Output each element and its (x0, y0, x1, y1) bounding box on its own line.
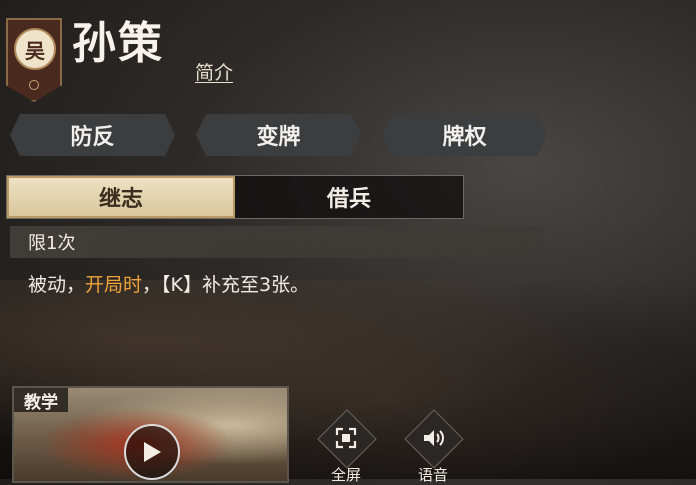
fullscreen-icon (335, 427, 357, 449)
faction-emblem: 吴 (6, 18, 62, 102)
intro-link[interactable]: 简介 (195, 58, 233, 85)
skill-tag-card-power[interactable]: 牌权 (382, 114, 547, 156)
hero-name: 孙策 (72, 18, 164, 69)
voice-button[interactable]: 语音 (398, 409, 468, 484)
skill-desc-part1: 被动， (28, 274, 86, 296)
fullscreen-button[interactable]: 全屏 (311, 409, 381, 484)
voice-label: 语音 (417, 466, 448, 484)
skill-limit-text: 限1次 (28, 233, 76, 254)
faction-badge: 吴 (14, 28, 56, 70)
skill-tag-defense-counter[interactable]: 防反 (10, 114, 175, 156)
skill-desc-highlight: 开局时 (85, 274, 143, 296)
skill-description: 被动，开局时，【K】补充至3张。 (28, 270, 309, 297)
video-label: 教学 (14, 388, 68, 413)
play-button[interactable] (124, 424, 180, 480)
emblem-ornament-icon (29, 80, 39, 90)
speaker-icon (424, 430, 444, 446)
skill-tag-card-change[interactable]: 变牌 (196, 114, 361, 156)
tab-jizhi[interactable]: 继志 (7, 176, 235, 218)
tab-jiebing[interactable]: 借兵 (235, 176, 463, 218)
skill-desc-part2: ，【K】补充至3张。 (142, 274, 310, 296)
skill-limit-bar: 限1次 (10, 226, 542, 258)
hero-header: 吴 孙策 简介 (0, 0, 696, 110)
tutorial-video[interactable]: 教学 (12, 386, 289, 483)
fullscreen-label: 全屏 (330, 466, 361, 484)
play-icon (144, 442, 161, 462)
skill-tag-row: 防反 变牌 牌权 (10, 114, 550, 156)
skill-tabs: 继志 借兵 (6, 175, 464, 219)
